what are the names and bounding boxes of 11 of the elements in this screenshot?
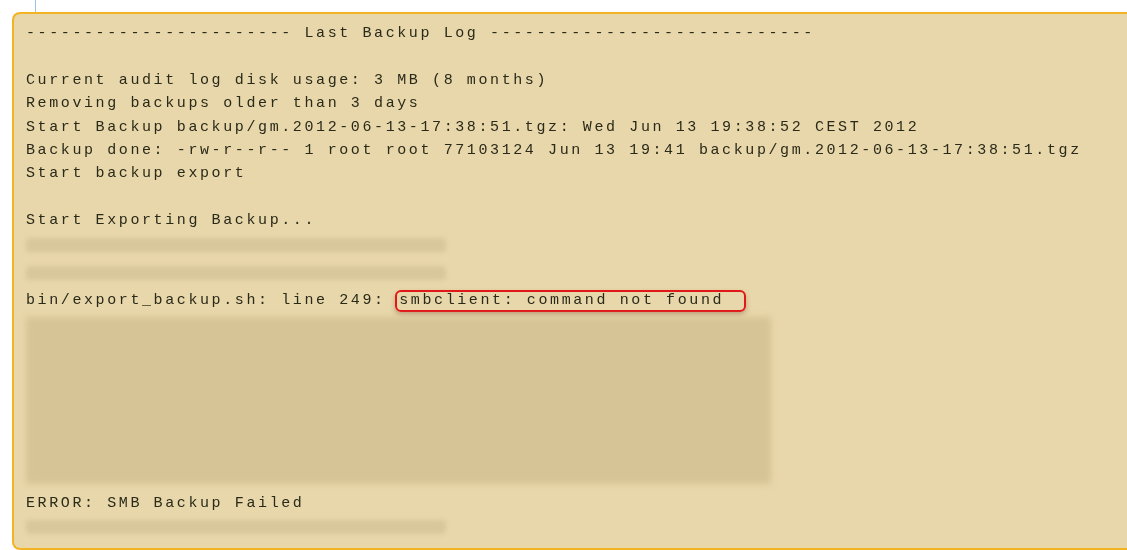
log-line: Backup done: -rw-r--r-- 1 root root 77103124 Jun 13 19:41 backup/gm.2012-06-13-17:38:51.tgz [26,140,1083,161]
highlighted-text: smbclient: command not found [395,290,747,312]
log-line: Current audit log disk usage: 3 MB (8 months) [26,70,550,91]
log-line: Start backup export [26,164,248,185]
log-line: ----------------------- Last Backup Log ---------------------------- [26,24,816,44]
log-line: Removing backups older than 3 days [26,94,422,115]
log-line: Start Exporting Backup... [26,211,318,232]
log-line: Start Backup backup/gm.2012-06-13-17:38:51.tgz: Wed Jun 13 19:38:52 CEST 2012 [26,117,921,138]
guide-line [35,0,36,12]
log-line: bin/export_backup.sh: line 249: [26,291,387,312]
log-line: ERROR: SMB Backup Failed [26,493,306,514]
